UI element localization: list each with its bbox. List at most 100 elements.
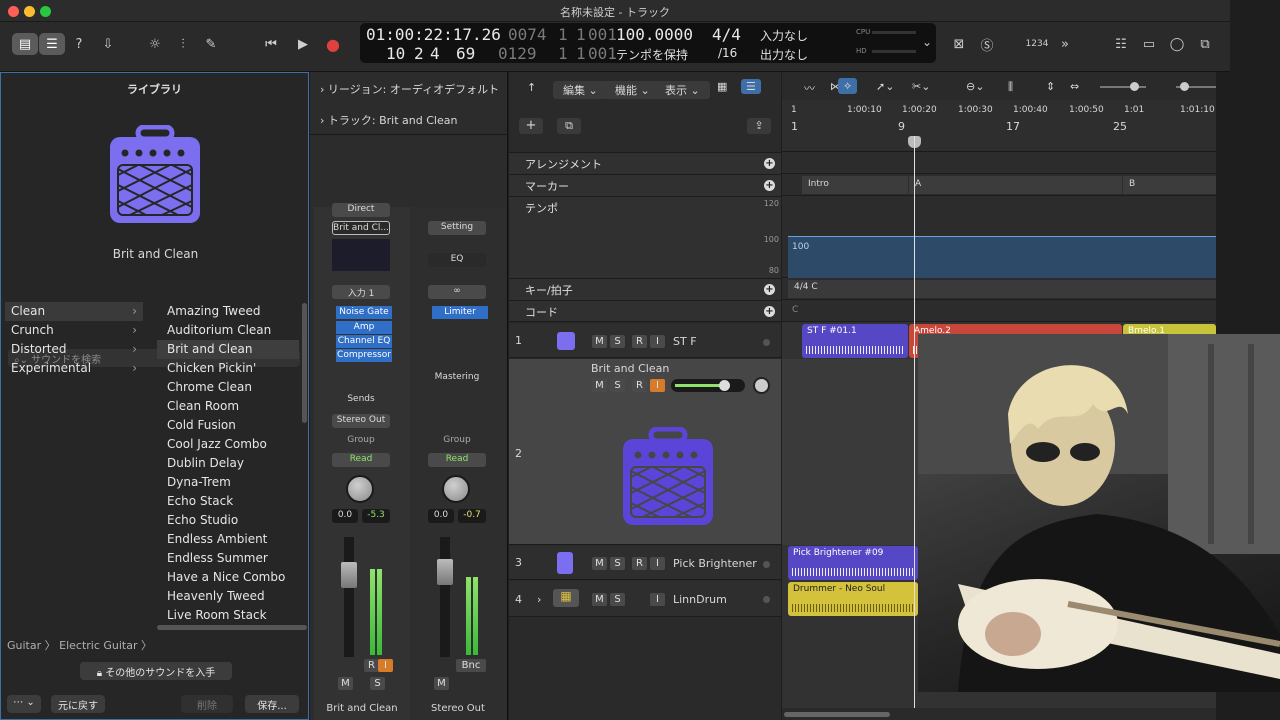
revert-button[interactable]: 元に戻す bbox=[51, 695, 105, 713]
count-in-button[interactable]: 1234 bbox=[1024, 33, 1050, 55]
track-inspector[interactable]: › トラック: Brit and Clean bbox=[320, 112, 457, 128]
arrangement-lane[interactable] bbox=[782, 152, 1216, 174]
volume-fader[interactable] bbox=[440, 537, 450, 657]
marker-intro[interactable]: Intro bbox=[802, 176, 908, 194]
mastering-label[interactable]: Mastering bbox=[428, 371, 486, 385]
sound-item-selected[interactable]: Brit and Clean bbox=[157, 340, 299, 359]
horizontal-scrollbar[interactable] bbox=[157, 625, 307, 630]
mute-button[interactable]: M bbox=[434, 677, 449, 690]
catch-icon[interactable]: ⇪ bbox=[747, 118, 771, 134]
options-menu-button[interactable]: ⋯ ⌄ bbox=[7, 695, 41, 713]
record-enable-button[interactable]: R bbox=[364, 659, 379, 672]
region-st-f[interactable]: ST F #01.1 bbox=[802, 324, 908, 358]
replace-icon[interactable]: ⊠ bbox=[946, 33, 972, 55]
output-button[interactable]: Stereo Out bbox=[332, 414, 390, 428]
volume-thumb[interactable] bbox=[719, 380, 730, 391]
library-toggle-icon[interactable]: ▤ bbox=[12, 33, 38, 55]
more-icon[interactable]: » bbox=[1052, 33, 1078, 55]
sound-item[interactable]: Endless Ambient bbox=[157, 530, 299, 549]
pan-knob[interactable] bbox=[442, 475, 470, 503]
disclosure-icon[interactable]: › bbox=[537, 593, 541, 606]
save-button[interactable]: 保存... bbox=[245, 695, 299, 713]
horizontal-scroll-track[interactable] bbox=[782, 708, 1216, 720]
sound-item[interactable]: Cool Jazz Combo bbox=[157, 435, 299, 454]
zoom-menu-icon[interactable]: ⊖⌄ bbox=[966, 80, 984, 93]
sound-item[interactable]: Heavenly Tweed bbox=[157, 587, 299, 606]
input-monitor-button[interactable]: I bbox=[378, 659, 393, 672]
global-track-key[interactable]: キー/拍子 + bbox=[509, 278, 781, 300]
sound-item[interactable]: Endless Summer bbox=[157, 549, 299, 568]
list-scrollbar[interactable] bbox=[302, 303, 307, 423]
plugin-compressor[interactable]: Compressor bbox=[336, 349, 392, 362]
solo-button[interactable]: S bbox=[610, 379, 625, 392]
track-name[interactable]: Pick Brightener bbox=[673, 557, 757, 570]
category-distorted[interactable]: Distorted › bbox=[5, 340, 143, 359]
waveform-zoom-icon[interactable]: ⫼ bbox=[1008, 80, 1013, 94]
category-crunch[interactable]: Crunch › bbox=[5, 321, 143, 340]
note-pad-icon[interactable]: ▭ bbox=[1136, 33, 1162, 55]
duplicate-track-icon[interactable]: ⧉ bbox=[557, 118, 581, 134]
snap-icon[interactable]: ⟡ bbox=[838, 78, 858, 94]
plugin-channel-eq[interactable]: Channel EQ bbox=[336, 335, 392, 348]
group-button[interactable]: Group bbox=[428, 434, 486, 448]
global-track-tempo[interactable]: テンポ 120 100 80 bbox=[509, 196, 781, 278]
rewind-icon[interactable]: ⏮ bbox=[258, 33, 284, 55]
download-icon[interactable]: ⇩ bbox=[95, 33, 121, 55]
add-arrangement-button[interactable]: + bbox=[764, 158, 775, 169]
grid-view-icon[interactable]: ▦ bbox=[717, 80, 727, 93]
library-breadcrumb[interactable]: Guitar 〉 Electric Guitar 〉 bbox=[7, 637, 152, 653]
horizontal-zoom-thumb[interactable] bbox=[1180, 82, 1189, 91]
solo-button[interactable]: S bbox=[610, 335, 625, 348]
tempo-lane[interactable]: 100 bbox=[782, 196, 1216, 278]
pan-knob[interactable] bbox=[346, 475, 374, 503]
vertical-zoom-thumb[interactable] bbox=[1130, 82, 1139, 91]
list-editors-icon[interactable]: ☷ bbox=[1108, 33, 1134, 55]
track-name[interactable]: Brit and Clean bbox=[591, 362, 669, 375]
pointer-tool-icon[interactable]: ➚⌄ bbox=[876, 80, 894, 93]
solo-button[interactable]: S bbox=[610, 557, 625, 570]
track-volume-slider[interactable] bbox=[671, 379, 745, 392]
sound-item[interactable]: Chrome Clean bbox=[157, 378, 299, 397]
track-row-3[interactable]: 3 M S R I Pick Brightener bbox=[509, 546, 781, 580]
tuner-icon[interactable]: Ⓢ bbox=[974, 33, 1000, 55]
menu-edit[interactable]: 編集 ⌄ bbox=[553, 81, 608, 99]
sound-item[interactable]: Live Room Stack bbox=[157, 606, 299, 621]
ruler[interactable]: 1 1:00:10 1:00:20 1:00:30 1:00:40 1:00:5… bbox=[782, 100, 1216, 152]
group-button[interactable]: Group bbox=[332, 434, 390, 448]
track-row-1[interactable]: 1 M S R I ST F bbox=[509, 324, 781, 358]
smart-controls-icon[interactable]: ☼ bbox=[142, 33, 168, 55]
mixer-icon[interactable]: ⫶ bbox=[170, 33, 196, 55]
add-track-button[interactable]: + bbox=[519, 118, 543, 134]
automation-read-button[interactable]: Read bbox=[428, 453, 486, 467]
sound-item[interactable]: Dublin Delay bbox=[157, 454, 299, 473]
editor-icon[interactable]: ✎ bbox=[198, 33, 224, 55]
horizontal-scroll-thumb[interactable] bbox=[784, 712, 890, 717]
sound-item[interactable]: Auditorium Clean bbox=[157, 321, 299, 340]
record-enable-button[interactable]: R bbox=[632, 557, 647, 570]
menu-function[interactable]: 機能 ⌄ bbox=[605, 81, 660, 99]
mute-button[interactable]: M bbox=[338, 677, 353, 690]
key-lane[interactable]: 4/4 C bbox=[782, 278, 1216, 300]
eq-button[interactable]: EQ bbox=[428, 253, 486, 267]
input-monitor-button[interactable]: I bbox=[650, 593, 665, 606]
browser-icon[interactable]: ⧉ bbox=[1192, 33, 1218, 55]
tempo-line[interactable] bbox=[788, 236, 1216, 237]
eq-thumbnail[interactable] bbox=[332, 239, 390, 271]
input-monitor-button[interactable]: I bbox=[650, 557, 665, 570]
track-name[interactable]: ST F bbox=[673, 335, 697, 348]
marker-a[interactable]: A bbox=[909, 176, 1122, 194]
key-signature[interactable]: 4/4 C bbox=[788, 280, 1216, 298]
sound-item[interactable]: Amazing Tweed bbox=[157, 302, 299, 321]
automation-icon[interactable]: 〰 bbox=[804, 80, 815, 96]
menu-view[interactable]: 表示 ⌄ bbox=[655, 81, 710, 99]
input-button[interactable]: 入力 1 bbox=[332, 285, 390, 299]
solo-button[interactable]: S bbox=[370, 677, 385, 690]
add-marker-button[interactable]: + bbox=[764, 180, 775, 191]
mute-button[interactable]: M bbox=[592, 557, 607, 570]
add-chord-button[interactable]: + bbox=[764, 306, 775, 317]
mute-button[interactable]: M bbox=[592, 593, 607, 606]
back-icon[interactable]: ↑ bbox=[527, 81, 536, 94]
marker-lane[interactable]: Intro A B bbox=[782, 174, 1216, 196]
help-icon[interactable]: ? bbox=[66, 33, 92, 55]
mute-button[interactable]: M bbox=[592, 379, 607, 392]
